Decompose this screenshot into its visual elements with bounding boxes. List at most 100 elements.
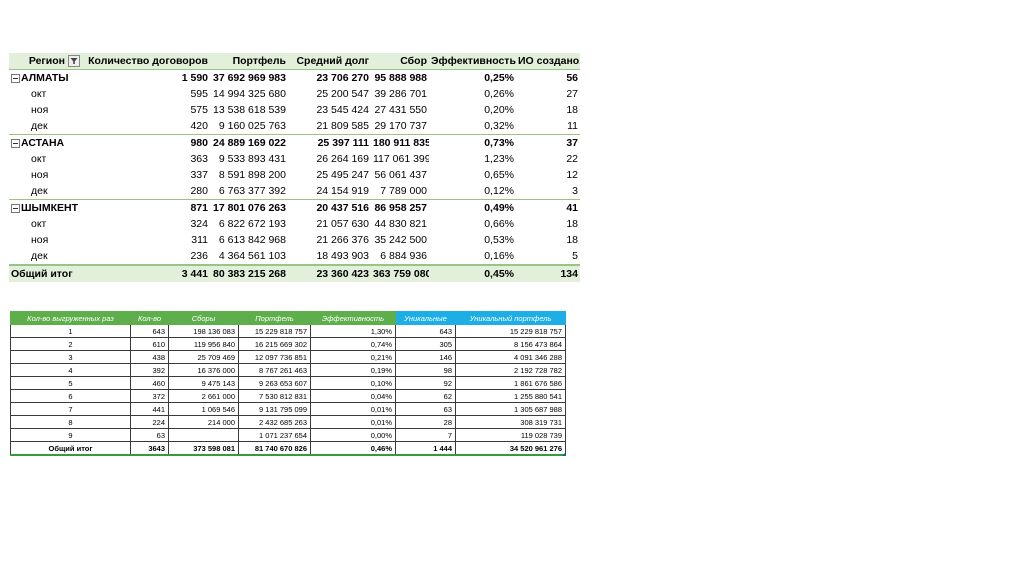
collapse-icon[interactable] [11, 203, 20, 213]
pivot-header-io: ИО создано1 [516, 53, 580, 70]
cell: 0,01% [310, 415, 396, 429]
cell: 12 097 736 851 [238, 350, 311, 364]
cell: 15 229 818 757 [238, 324, 311, 338]
group-label[interactable]: АЛМАТЫ [9, 69, 82, 86]
cell: 337 [190, 169, 208, 181]
pivot-month-row: ноя 575 13 538 618 539 23 545 424 27 431… [9, 102, 580, 118]
cell: 24 889 169 022 [210, 134, 288, 151]
cell: 98 [395, 363, 456, 377]
table-row: 8 224 214 000 2 432 685 263 0,01% 28 308… [10, 415, 566, 429]
month-label: ноя [31, 169, 49, 181]
cell [168, 428, 239, 442]
cell: 12 [566, 169, 578, 181]
cell: 6 822 672 193 [218, 218, 286, 230]
cell: 1 [10, 324, 131, 338]
cell: 27 [566, 88, 578, 100]
pivot-header-efficiency: Эффективность [429, 53, 516, 70]
cell: 134 [516, 264, 580, 282]
cell: 39 286 701 [374, 88, 427, 100]
cell: 0,20% [484, 104, 514, 116]
cell: 6 763 377 392 [218, 185, 286, 197]
cell: 56 [516, 69, 580, 86]
cell: 16 376 000 [168, 363, 239, 377]
cell: 3 441 [82, 264, 210, 282]
pivot-month-row: окт 324 6 822 672 193 21 057 630 44 830 … [9, 216, 580, 232]
collapse-icon[interactable] [11, 73, 20, 83]
cell: 0,21% [310, 350, 396, 364]
cell: 0,26% [484, 88, 514, 100]
cell: 22 [566, 153, 578, 165]
cell: 9 475 143 [168, 376, 239, 390]
cell: 21 266 376 [316, 234, 369, 246]
cell: 9 [10, 428, 131, 442]
table-row: 7 441 1 069 546 9 131 795 099 0,01% 63 1… [10, 402, 566, 416]
cell: 0,46% [310, 441, 396, 456]
pivot-header-avg-debt: Средний долг [288, 53, 371, 70]
cell: 0,66% [484, 218, 514, 230]
cell: 305 [395, 337, 456, 351]
cell: 95 888 988 [371, 69, 429, 86]
cell: 37 [516, 134, 580, 151]
cell: 0,04% [310, 389, 396, 403]
cell: 1 590 [82, 69, 210, 86]
cell: 0,45% [429, 264, 516, 282]
cell: 23 545 424 [316, 104, 369, 116]
cell: 18 [566, 234, 578, 246]
cell: 9 160 025 763 [218, 120, 286, 132]
cell: 86 958 257 [371, 199, 429, 216]
cell: 3 [10, 350, 131, 364]
cell: 0,74% [310, 337, 396, 351]
cell: 15 229 818 757 [455, 324, 566, 338]
table-row: 9 63 1 071 237 654 0,00% 7 119 028 739 [10, 428, 566, 442]
cell: 1 069 546 [168, 402, 239, 416]
cell: 198 136 083 [168, 324, 239, 338]
table-row: 4 392 16 376 000 8 767 261 463 0,19% 98 … [10, 363, 566, 377]
upload-stats-table: Кол-во выгруженных раз Кол-во Сборы Порт… [10, 311, 566, 456]
cell: 324 [190, 218, 208, 230]
cell: 236 [190, 250, 208, 262]
filter-icon[interactable] [68, 55, 80, 68]
total-label: Общий итог [9, 264, 82, 282]
month-label: дек [31, 250, 48, 262]
pivot-group-row: АЛМАТЫ 1 590 37 692 969 983 23 706 270 9… [9, 69, 580, 86]
cell: 1 861 676 586 [455, 376, 566, 390]
cell: 0,53% [484, 234, 514, 246]
cell: 117 061 399 [373, 153, 429, 165]
cell: 17 801 076 263 [210, 199, 288, 216]
cell: 119 956 840 [168, 337, 239, 351]
cell: 1,30% [310, 324, 396, 338]
pivot-month-row: дек 280 6 763 377 392 24 154 919 7 789 0… [9, 183, 580, 200]
cell: 23 706 270 [288, 69, 371, 86]
cell: 63 [395, 402, 456, 416]
cell: 20 437 516 [288, 199, 371, 216]
cell: 1,23% [484, 153, 514, 165]
cell: 311 [191, 234, 208, 246]
pivot-header-portfolio: Портфель [210, 53, 288, 70]
cell: 0,16% [484, 250, 514, 262]
cell: 280 [190, 185, 208, 197]
cell: 92 [395, 376, 456, 390]
group-label[interactable]: АСТАНА [9, 134, 82, 151]
cell: 25 200 547 [316, 88, 369, 100]
cell: 6 [10, 389, 131, 403]
cell: 373 598 081 [168, 441, 239, 456]
group-label[interactable]: ШЫМКЕНТ [9, 199, 82, 216]
cell: 8 156 473 864 [455, 337, 566, 351]
t2-header-collections: Сборы [168, 311, 239, 325]
cell: 44 830 821 [374, 218, 427, 230]
cell: 81 740 670 826 [238, 441, 311, 456]
cell: 224 [130, 415, 169, 429]
cell: 0,49% [429, 199, 516, 216]
pivot-month-row: окт 363 9 533 893 431 26 264 169 117 061… [9, 151, 580, 167]
cell: 1 255 880 541 [455, 389, 566, 403]
t2-header-uploads: Кол-во выгруженных раз [10, 311, 131, 325]
pivot-header-region[interactable]: Регион [9, 53, 82, 70]
collapse-icon[interactable] [11, 138, 20, 148]
table-resize-handle[interactable] [562, 452, 566, 456]
cell: 1 444 [395, 441, 456, 456]
cell: 0,65% [484, 169, 514, 181]
month-label: дек [31, 185, 48, 197]
table-row: 6 372 2 661 000 7 530 812 831 0,04% 62 1… [10, 389, 566, 403]
cell: 63 [130, 428, 169, 442]
cell: 0,32% [484, 120, 514, 132]
